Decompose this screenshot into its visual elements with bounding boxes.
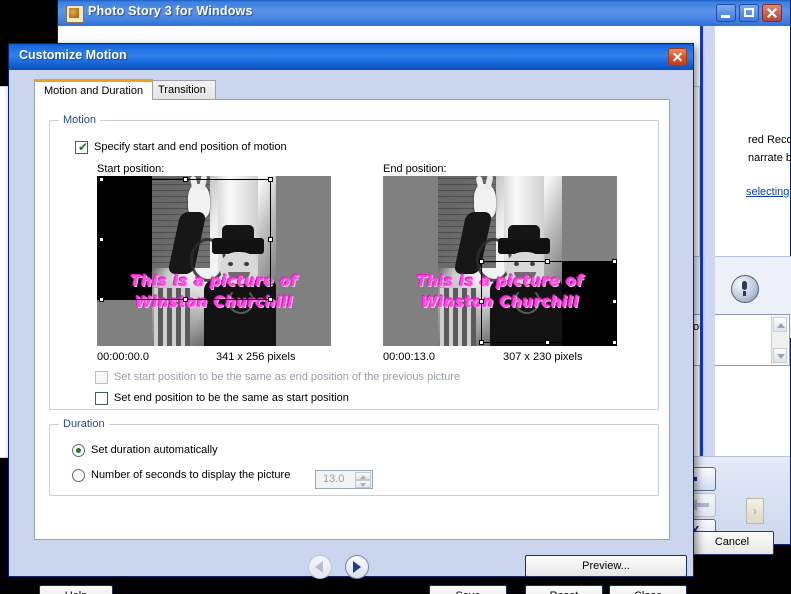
manual-duration-radio[interactable] (72, 469, 85, 482)
dialog-title: Customize Motion (19, 48, 127, 62)
end-selection-rectangle[interactable] (479, 259, 617, 345)
tab-page-motion-and-duration: Motion ✔ Specify start and end position … (34, 99, 670, 540)
motion-group: Motion ✔ Specify start and end position … (49, 114, 659, 410)
app-text-line-1: red Record (748, 134, 791, 146)
same-as-previous-label: Set start position to be the same as end… (114, 371, 461, 383)
start-position-label: Start position: (97, 163, 165, 175)
end-position-label: End position: (383, 163, 447, 175)
same-as-start-checkbox[interactable] (95, 392, 108, 405)
duration-group-title: Duration (59, 418, 109, 430)
manual-duration-label: Number of seconds to display the picture (91, 469, 291, 481)
specify-position-checkbox[interactable]: ✔ (75, 141, 88, 154)
maximize-button[interactable] (739, 4, 759, 22)
app-gutter-top (703, 26, 715, 456)
app-title: Photo Story 3 for Windows (88, 4, 253, 18)
auto-duration-label: Set duration automatically (91, 444, 218, 456)
microphone-icon[interactable] (731, 275, 759, 303)
next-picture-circle-button[interactable] (345, 555, 369, 579)
start-selection-rectangle[interactable] (99, 177, 273, 302)
photo-story-icon (66, 5, 84, 23)
end-timecode: 00:00:13.0 (383, 351, 435, 363)
seconds-value: 13.0 (323, 473, 345, 485)
start-timecode: 00:00:00.0 (97, 351, 149, 363)
previous-picture-circle-button (308, 555, 332, 579)
app-titlebar: Photo Story 3 for Windows (58, 0, 790, 27)
check-icon: ✔ (78, 140, 89, 154)
minimize-button[interactable] (716, 4, 736, 22)
chevron-right-icon[interactable]: › (746, 498, 764, 524)
preview-button[interactable]: Preview... (525, 555, 687, 577)
tab-transition[interactable]: Transition (148, 80, 216, 100)
seconds-spinner-arrows[interactable] (355, 472, 371, 488)
narration-scrollbar[interactable] (771, 316, 788, 364)
dialog-close-text-button[interactable]: Close (609, 585, 687, 594)
end-size: 307 x 230 pixels (503, 351, 583, 363)
chevron-left-circle-icon (315, 561, 323, 573)
auto-duration-radio[interactable] (72, 444, 85, 457)
scroll-down-icon[interactable] (773, 348, 787, 363)
dialog-close-button[interactable] (668, 48, 687, 66)
same-as-previous-checkbox (95, 371, 108, 384)
start-position-preview[interactable]: This is a picture of Winston Churchill (97, 176, 331, 346)
close-button[interactable] (762, 4, 782, 22)
tab-motion-and-duration[interactable]: Motion and Duration (34, 79, 154, 100)
reset-button[interactable]: Reset (525, 585, 603, 594)
spinner-down-icon[interactable] (355, 480, 371, 488)
app-help-link[interactable]: selecting (746, 186, 789, 198)
help-button[interactable]: Help (39, 585, 113, 594)
specify-position-label: Specify start and end position of motion (94, 141, 287, 153)
app-cancel-button[interactable]: Cancel (690, 531, 774, 555)
dialog-titlebar: Customize Motion (9, 44, 693, 70)
duration-group: Duration Set duration automatically Numb… (49, 418, 659, 496)
start-size: 341 x 256 pixels (216, 351, 296, 363)
screenshot-root: Photo Story 3 for Windows red Record nar… (0, 0, 791, 594)
radio-dot-icon (76, 448, 81, 453)
app-text-line-2: narrate by (748, 152, 791, 164)
tab-strip: Motion and Duration Transition (34, 79, 670, 100)
seconds-spinner[interactable]: 13.0 (315, 470, 373, 489)
customize-motion-dialog: Customize Motion Motion and Duration Tra… (8, 43, 694, 594)
end-position-preview[interactable]: This is a picture of Winston Churchill (383, 176, 617, 346)
save-button[interactable]: Save (429, 585, 507, 594)
spinner-up-icon[interactable] (355, 472, 371, 480)
scroll-up-icon[interactable] (773, 317, 787, 332)
chevron-right-circle-icon (353, 561, 361, 573)
motion-group-title: Motion (59, 114, 101, 126)
same-as-start-label: Set end position to be the same as start… (114, 392, 349, 404)
